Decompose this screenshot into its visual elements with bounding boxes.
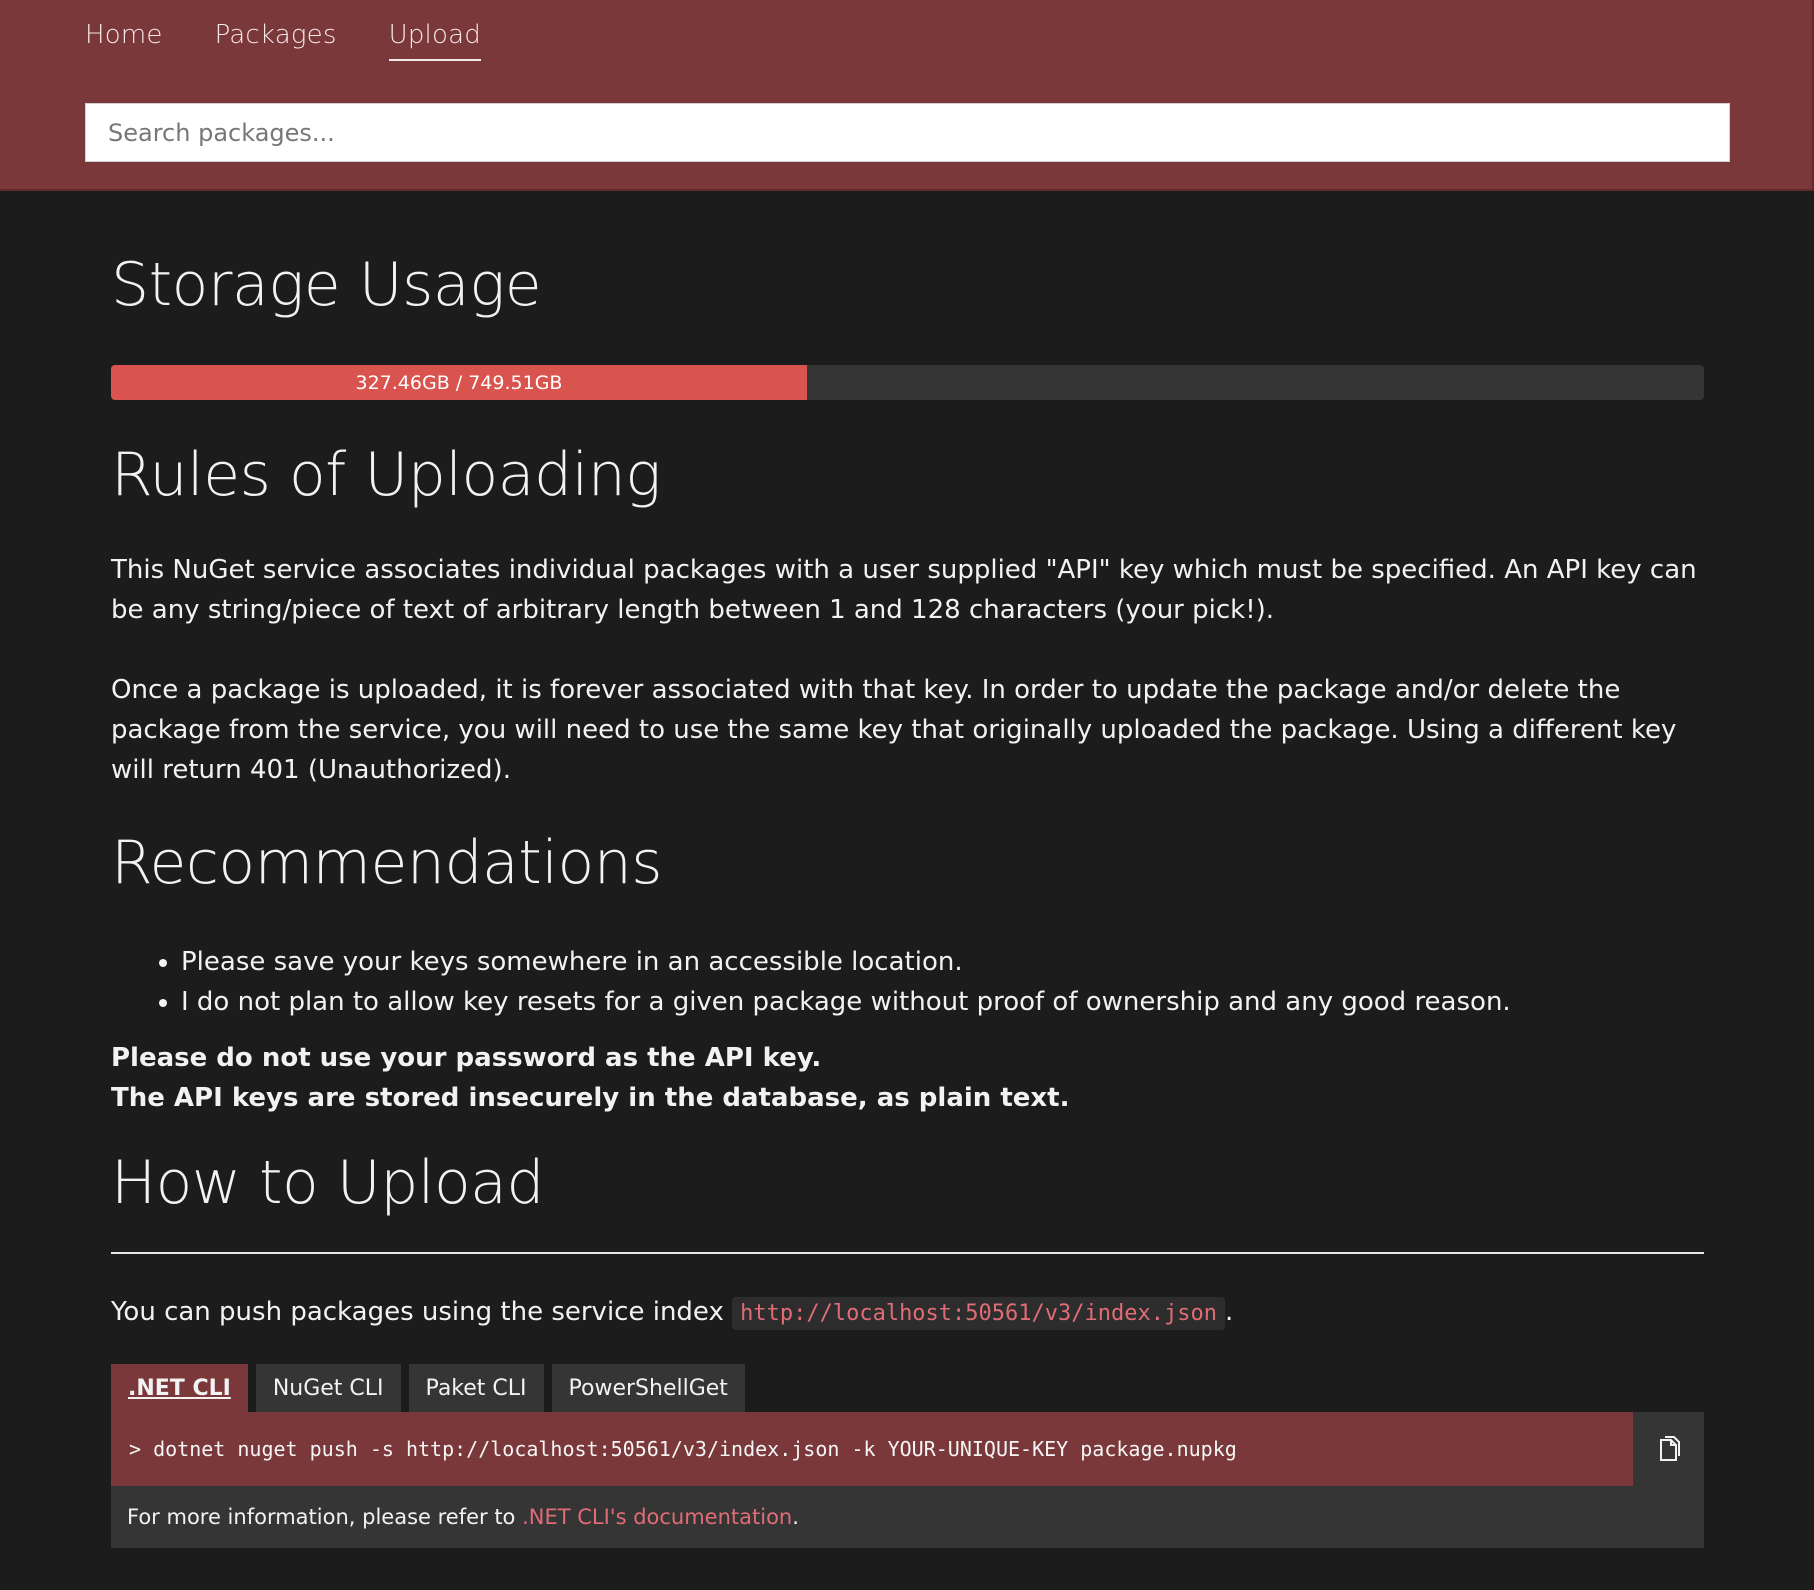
main-content: Storage Usage 327.46GB / 749.51GB Rules … bbox=[111, 250, 1704, 1548]
push-text: You can push packages using the service … bbox=[111, 1297, 724, 1327]
tab-nuget-cli[interactable]: NuGet CLI bbox=[255, 1364, 401, 1412]
storage-progress-label: 327.46GB / 749.51GB bbox=[355, 371, 563, 394]
push-suffix: . bbox=[1224, 1297, 1234, 1327]
rules-heading: Rules of Uploading bbox=[111, 440, 661, 510]
info-footer: For more information, please refer to .N… bbox=[111, 1486, 1704, 1548]
storage-progress-bar: 327.46GB / 749.51GB bbox=[111, 365, 1704, 400]
tab-powershellget[interactable]: PowerShellGet bbox=[551, 1364, 745, 1412]
recommendations-list: Please save your keys somewhere in an ac… bbox=[111, 942, 1704, 1022]
search-input[interactable] bbox=[85, 103, 1730, 162]
client-tabs: .NET CLI NuGet CLI Paket CLI PowerShellG… bbox=[111, 1364, 1704, 1412]
nav-packages-link[interactable]: Packages bbox=[215, 20, 337, 61]
copy-button[interactable] bbox=[1633, 1412, 1704, 1486]
main-nav: Home Packages Upload bbox=[85, 20, 481, 61]
how-to-upload-heading: How to Upload bbox=[111, 1148, 545, 1218]
rules-paragraph-2: Once a package is uploaded, it is foreve… bbox=[111, 675, 1677, 785]
tab-paket-cli[interactable]: Paket CLI bbox=[408, 1364, 544, 1412]
tab-dotnet-cli[interactable]: .NET CLI bbox=[111, 1364, 248, 1412]
rules-paragraph-1: This NuGet service associates individual… bbox=[111, 555, 1697, 625]
storage-progress-fill: 327.46GB / 749.51GB bbox=[111, 365, 807, 400]
copy-icon bbox=[1659, 1436, 1680, 1461]
top-navbar: Home Packages Upload bbox=[0, 0, 1814, 191]
list-item: Please save your keys somewhere in an ac… bbox=[181, 942, 1704, 982]
service-index-url: http://localhost:50561/v3/index.json bbox=[732, 1297, 1225, 1330]
section-divider bbox=[111, 1252, 1704, 1254]
documentation-link[interactable]: .NET CLI's documentation bbox=[522, 1505, 792, 1529]
info-suffix: . bbox=[792, 1505, 799, 1529]
service-index-line: You can push packages using the service … bbox=[111, 1292, 1704, 1334]
command-box: > dotnet nuget push -s http://localhost:… bbox=[111, 1412, 1704, 1486]
info-prefix: For more information, please refer to bbox=[127, 1505, 516, 1529]
list-item: I do not plan to allow key resets for a … bbox=[181, 982, 1704, 1022]
warning-line-2: The API keys are stored insecurely in th… bbox=[111, 1083, 1070, 1113]
nav-home-link[interactable]: Home bbox=[85, 20, 163, 61]
storage-usage-heading: Storage Usage bbox=[111, 250, 542, 320]
warning-line-1: Please do not use your password as the A… bbox=[111, 1043, 822, 1073]
nav-upload-link[interactable]: Upload bbox=[388, 20, 481, 61]
push-command: > dotnet nuget push -s http://localhost:… bbox=[111, 1412, 1633, 1486]
password-warning: Please do not use your password as the A… bbox=[111, 1038, 1704, 1118]
recommendations-heading: Recommendations bbox=[111, 828, 663, 898]
